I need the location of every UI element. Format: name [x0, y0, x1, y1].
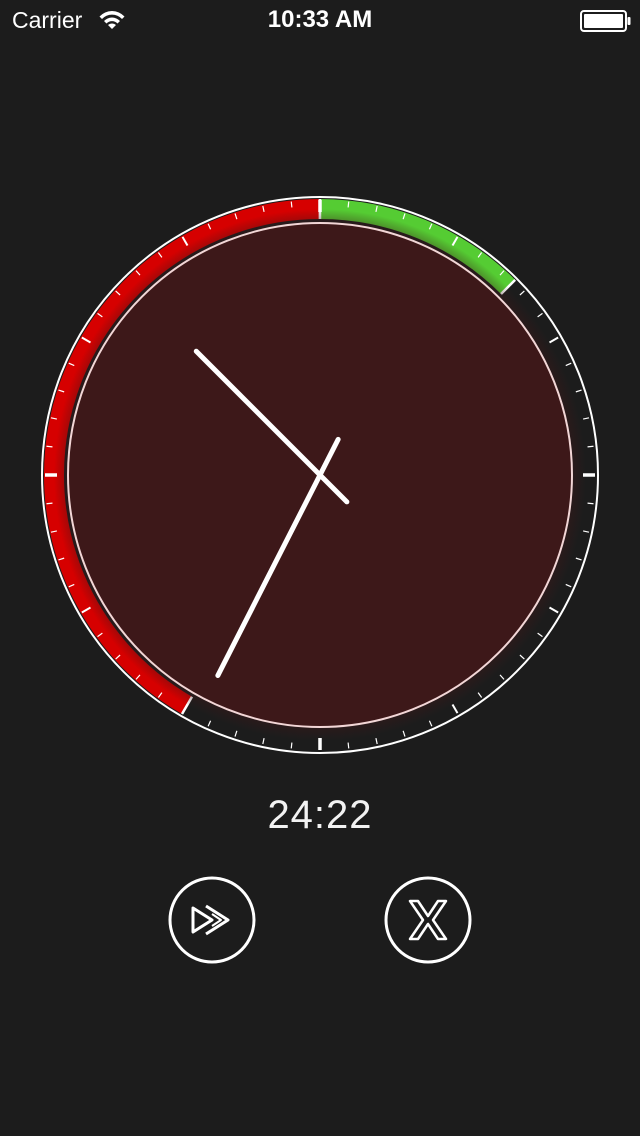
minor-tick [582, 417, 590, 420]
minor-tick [207, 720, 212, 727]
close-x-icon [384, 876, 472, 964]
minor-tick [428, 720, 433, 727]
battery-icon [580, 10, 631, 32]
minor-tick [575, 557, 582, 561]
minor-tick [402, 730, 406, 737]
minor-tick [262, 737, 265, 745]
minor-tick [537, 312, 543, 318]
minor-tick [290, 201, 293, 208]
cancel-button[interactable] [384, 876, 472, 964]
minor-tick [565, 362, 572, 367]
fast-forward-icon [168, 876, 256, 964]
minor-tick [290, 742, 293, 749]
minor-tick [46, 502, 53, 505]
minor-tick [375, 737, 378, 745]
status-time: 10:33 AM [267, 6, 373, 33]
minor-tick [451, 703, 459, 714]
timer-display: 24:22 [267, 793, 373, 837]
minor-tick [519, 290, 525, 296]
minor-tick [548, 336, 559, 344]
minor-tick [519, 654, 525, 660]
status-bar: Carrier 10:33 AM [0, 0, 640, 40]
minor-tick [548, 606, 559, 614]
clock-dial [41, 196, 599, 754]
minor-tick [46, 445, 53, 448]
skip-button[interactable] [168, 876, 256, 964]
minor-tick [582, 530, 590, 533]
minor-tick [499, 674, 505, 680]
minor-tick [347, 742, 350, 749]
minor-tick [575, 389, 582, 393]
minor-tick [477, 692, 483, 698]
minor-tick [565, 583, 572, 588]
minor-tick [537, 632, 543, 638]
minor-tick [587, 502, 594, 505]
minor-tick [347, 201, 350, 208]
minor-tick [587, 445, 594, 448]
minor-tick [234, 730, 238, 737]
